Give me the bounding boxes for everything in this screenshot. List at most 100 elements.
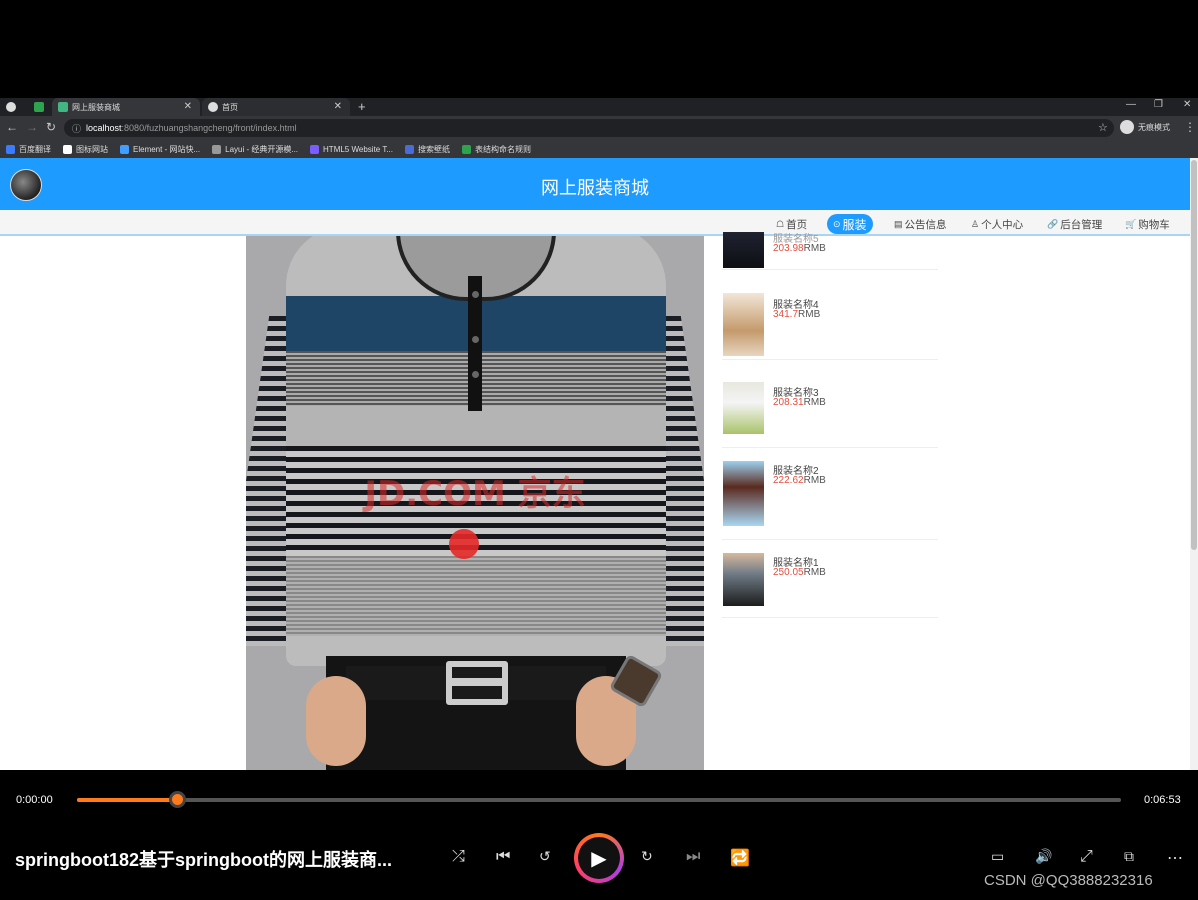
- product-price: 250.05RMB: [773, 567, 826, 578]
- bookmark-star-icon[interactable]: ☆: [1098, 121, 1108, 134]
- globe-icon: [6, 102, 16, 112]
- nav-admin[interactable]: 🔗 后台管理: [1047, 214, 1102, 234]
- bookmark-item[interactable]: 搜索壁纸: [404, 144, 450, 155]
- price-value: 208.31: [773, 397, 804, 408]
- bookmark-icon: [6, 144, 15, 154]
- product-thumbnail[interactable]: [723, 461, 764, 526]
- total-time: 0:06:53: [1144, 794, 1181, 806]
- product-image[interactable]: JD.COM 京东: [246, 236, 704, 770]
- bookmark-item[interactable]: Layui - 经典开源模...: [212, 144, 298, 155]
- product-thumbnail[interactable]: [723, 382, 764, 434]
- product-thumbnail[interactable]: [723, 293, 764, 356]
- price-currency: RMB: [803, 475, 826, 486]
- product-price: 222.62RMB: [773, 475, 826, 486]
- incognito-indicator[interactable]: 无痕模式: [1120, 120, 1170, 134]
- shuffle-icon[interactable]: ⤮: [452, 848, 465, 866]
- reload-icon[interactable]: ↻: [46, 120, 56, 134]
- seek-bar[interactable]: [77, 798, 1121, 802]
- vue-icon: [58, 102, 68, 112]
- repeat-off-icon[interactable]: 🔁: [730, 848, 750, 868]
- shirt-button: [472, 291, 479, 298]
- bookmark-icon: [63, 144, 72, 154]
- more-options-icon[interactable]: ⋯: [1167, 848, 1183, 868]
- bookmark-label: Element - 网站快...: [133, 144, 201, 154]
- bookmark-item[interactable]: 表结构命名规则: [461, 144, 531, 155]
- tab-home[interactable]: 首页 ✕: [202, 98, 350, 116]
- browser-menu-icon[interactable]: ⋮: [1184, 120, 1196, 134]
- bookmark-label: Layui - 经典开源模...: [225, 144, 299, 154]
- bookmark-icon: [212, 144, 222, 154]
- tab-label: 网上服装商城: [72, 102, 120, 112]
- close-icon[interactable]: ✕: [334, 101, 342, 112]
- bookmark-label: 图标网站: [76, 144, 108, 154]
- shirt-button: [472, 336, 479, 343]
- fullscreen-icon[interactable]: ⤢: [1080, 848, 1093, 866]
- product-item[interactable]: 服装名称3 208.31RMB: [722, 372, 938, 448]
- nav-label: 个人中心: [981, 218, 1024, 231]
- scrollbar-thumb[interactable]: [1191, 160, 1197, 550]
- seek-bar-progress: [77, 798, 178, 802]
- minimize-icon[interactable]: —: [1126, 99, 1136, 110]
- product-item[interactable]: 服装名称5 203.98RMB: [722, 230, 938, 270]
- bookmark-item[interactable]: Element - 网站快...: [120, 144, 200, 155]
- product-price: 341.7RMB: [773, 309, 820, 320]
- product-thumbnail[interactable]: [723, 232, 764, 268]
- play-icon[interactable]: ▶: [578, 837, 620, 879]
- previous-icon[interactable]: ⏮: [496, 848, 510, 866]
- forward-30-icon[interactable]: ↻: [641, 848, 653, 865]
- bookmark-item[interactable]: HTML5 Website T...: [310, 144, 393, 154]
- price-value: 250.05: [773, 567, 804, 578]
- bookmarks-bar: 百度翻译 图标网站 Element - 网站快... Layui - 经典开源模…: [0, 140, 1198, 158]
- price-currency: RMB: [798, 309, 821, 320]
- bookmark-icon: [404, 144, 414, 154]
- forward-icon[interactable]: →: [26, 120, 38, 134]
- site-header: 网上服装商城: [0, 158, 1190, 210]
- nav-cart[interactable]: 🛒 购物车: [1125, 214, 1170, 234]
- bookmark-label: HTML5 Website T...: [323, 144, 393, 154]
- nav-label: 购物车: [1138, 218, 1170, 231]
- product-item[interactable]: 服装名称1 250.05RMB: [722, 548, 938, 618]
- bookmark-label: 搜索壁纸: [417, 144, 450, 154]
- pinned-tab[interactable]: [0, 98, 28, 116]
- restore-icon[interactable]: ❐: [1154, 99, 1163, 110]
- price-currency: RMB: [803, 243, 826, 254]
- product-item[interactable]: 服装名称2 222.62RMB: [722, 456, 938, 540]
- next-icon[interactable]: ⏭: [686, 848, 700, 866]
- mini-player-icon[interactable]: ⧉: [1124, 848, 1134, 865]
- rewind-10-icon[interactable]: ↺: [539, 848, 551, 865]
- browser-tab-bar: 网上服装商城 ✕ 首页 ✕: [0, 98, 1198, 116]
- image-watermark: JD.COM 京东: [364, 474, 586, 514]
- nav-user-center[interactable]: ♙ 个人中心: [971, 214, 1023, 234]
- price-currency: RMB: [803, 397, 826, 408]
- new-tab-button[interactable]: +: [358, 99, 366, 114]
- bookmark-icon: [310, 144, 320, 154]
- close-window-icon[interactable]: ✕: [1183, 99, 1191, 110]
- home-icon: ☖: [776, 218, 785, 229]
- subtitles-icon[interactable]: ▭: [991, 848, 1004, 865]
- volume-icon[interactable]: 🔊: [1035, 848, 1052, 865]
- product-price: 208.31RMB: [773, 397, 826, 408]
- incognito-label: 无痕模式: [1138, 122, 1170, 132]
- app-icon: [34, 102, 44, 112]
- shirt-button: [472, 371, 479, 378]
- site-title: 网上服装商城: [541, 178, 649, 198]
- hand: [306, 676, 366, 766]
- user-icon: ♙: [971, 218, 980, 229]
- price-value: 203.98: [773, 243, 804, 254]
- bookmark-icon: [120, 144, 129, 154]
- url-field[interactable]: ⓘ localhost :8080/fuzhuangshangcheng/fro…: [64, 119, 1114, 137]
- video-title: springboot182基于springboot的网上服装商...: [15, 850, 392, 870]
- website-viewport: 网上服装商城 ☖ 首页 ⊙ 服装 ▤ 公告信息 ♙ 个人中心 🔗 后台管理 🛒 购物车 JD…: [0, 158, 1198, 770]
- url-path: :8080/fuzhuangshangcheng/front/index.htm…: [121, 123, 297, 133]
- pinned-tab[interactable]: [28, 98, 50, 116]
- product-thumbnail[interactable]: [723, 553, 764, 606]
- product-item[interactable]: 服装名称4 341.7RMB: [722, 288, 938, 360]
- close-icon[interactable]: ✕: [184, 101, 192, 112]
- tab-shop[interactable]: 网上服装商城 ✕: [52, 98, 200, 116]
- cart-icon: 🛒: [1125, 218, 1137, 229]
- price-currency: RMB: [803, 567, 826, 578]
- bookmark-item[interactable]: 图标网站: [63, 144, 108, 155]
- bookmark-item[interactable]: 百度翻译: [6, 144, 51, 155]
- back-icon[interactable]: ←: [6, 120, 18, 134]
- video-letterbox-top: [0, 0, 1198, 98]
